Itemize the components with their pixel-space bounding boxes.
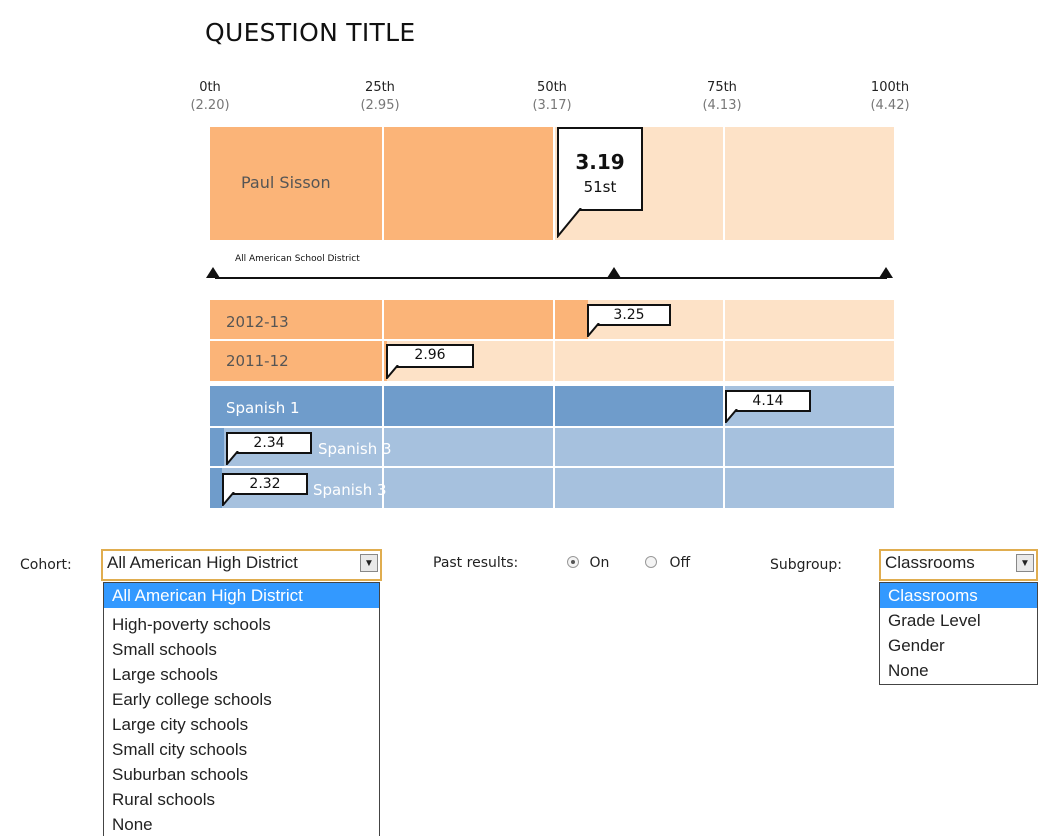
tick-value: (2.95) [360, 98, 400, 113]
subgroup-row-filled [210, 428, 224, 466]
cohort-option[interactable]: Large city schools [104, 712, 379, 737]
subgroup-option[interactable]: Gender [880, 633, 1037, 658]
row-divider [210, 466, 894, 468]
cohort-option[interactable]: High-poverty schools [104, 612, 379, 637]
subgroup-score-value: 4.14 [752, 393, 784, 409]
quartile-divider [553, 300, 555, 381]
subgroup-score-value: 2.32 [249, 476, 281, 492]
callout-pointer-icon [222, 492, 235, 506]
past-results-on-label: On [589, 555, 610, 571]
past-results-off-label: Off [669, 555, 691, 571]
district-label: All American School District [235, 254, 360, 264]
quartile-divider [723, 127, 725, 240]
main-score-callout: 3.19 51st [557, 127, 643, 238]
chevron-down-icon[interactable]: ▼ [1016, 554, 1034, 572]
tick-value: (2.20) [190, 98, 230, 113]
subgroup-select[interactable]: Classrooms ▼ [879, 549, 1038, 581]
radio-selected-icon[interactable] [567, 556, 579, 568]
cohort-option[interactable]: None [104, 812, 379, 837]
cohort-options-list[interactable]: All American High District High-poverty … [103, 582, 380, 836]
quartile-divider [723, 300, 725, 381]
past-score-callout: 3.25 [587, 304, 671, 337]
subgroup-score-callout: 4.14 [725, 390, 811, 423]
past-row-label: 2011-12 [226, 352, 289, 370]
cohort-label: Cohort: [20, 557, 72, 573]
callout-pointer-icon [557, 208, 582, 238]
subgroup-option[interactable]: Classrooms [880, 583, 1037, 608]
past-row-label: 2012-13 [226, 313, 289, 331]
row-divider [210, 426, 894, 428]
triangle-up-icon [879, 267, 893, 278]
quartile-divider [553, 386, 555, 508]
tick-0th: 0th (2.20) [175, 80, 245, 113]
tick-25th: 25th (2.95) [345, 80, 415, 113]
callout-pointer-icon [725, 409, 738, 423]
tick-percentile: 25th [365, 80, 395, 95]
main-score-percentile: 51st [583, 178, 617, 196]
past-results-off-option[interactable]: Off [645, 555, 690, 571]
cohort-option[interactable]: Suburban schools [104, 762, 379, 787]
subgroup-row-filled [210, 468, 222, 508]
past-results-on-option[interactable]: On [567, 555, 609, 571]
past-score-value: 3.25 [613, 307, 645, 323]
tick-value: (4.42) [870, 98, 910, 113]
row-divider [210, 339, 894, 341]
tick-percentile: 100th [870, 80, 910, 95]
subgroup-option[interactable]: None [880, 658, 1037, 683]
callout-pointer-icon [386, 365, 399, 379]
cohort-option[interactable]: Early college schools [104, 687, 379, 712]
subgroup-row-label: Spanish 1 [226, 399, 300, 417]
chevron-down-icon[interactable]: ▼ [360, 554, 378, 572]
past-results-label: Past results: [433, 555, 519, 571]
tick-75th: 75th (4.13) [687, 80, 757, 113]
subgroup-options-list[interactable]: Classrooms Grade Level Gender None [879, 582, 1038, 685]
callout-pointer-icon [587, 323, 600, 337]
subgroup-row-label: Spanish 3 [313, 481, 387, 499]
radio-unselected-icon[interactable] [645, 556, 657, 568]
subgroup-score-callout: 2.32 [222, 473, 308, 506]
subgroup-label: Subgroup: [770, 557, 843, 573]
tick-percentile: 75th [707, 80, 737, 95]
subgroup-select-value: Classrooms [885, 553, 975, 572]
tick-percentile: 0th [199, 80, 221, 95]
quartile-divider [553, 127, 555, 240]
cohort-option[interactable]: Rural schools [104, 787, 379, 812]
past-score-callout: 2.96 [386, 344, 474, 379]
triangle-up-icon [206, 267, 220, 278]
cohort-select[interactable]: All American High District ▼ [101, 549, 382, 581]
subgroup-score-callout: 2.34 [226, 432, 312, 465]
tick-100th: 100th (4.42) [855, 80, 925, 113]
main-score-value: 3.19 [575, 150, 625, 174]
cohort-select-value: All American High District [107, 553, 298, 572]
cohort-option[interactable]: All American High District [104, 583, 379, 608]
cohort-option[interactable]: Small schools [104, 637, 379, 662]
cohort-option[interactable]: Small city schools [104, 737, 379, 762]
page-title: QUESTION TITLE [205, 18, 416, 47]
quartile-divider [382, 300, 384, 381]
district-scale-line [215, 277, 887, 279]
tick-value: (3.17) [532, 98, 572, 113]
subgroup-score-value: 2.34 [253, 435, 285, 451]
tick-percentile: 50th [537, 80, 567, 95]
tick-50th: 50th (3.17) [517, 80, 587, 113]
main-row-label: Paul Sisson [241, 173, 331, 192]
callout-pointer-icon [226, 451, 239, 465]
quartile-divider [382, 127, 384, 240]
cohort-option[interactable]: Large schools [104, 662, 379, 687]
triangle-up-icon [607, 267, 621, 278]
past-score-value: 2.96 [414, 347, 446, 363]
tick-value: (4.13) [702, 98, 742, 113]
subgroup-row-label: Spanish 3 [318, 440, 392, 458]
subgroup-option[interactable]: Grade Level [880, 608, 1037, 633]
